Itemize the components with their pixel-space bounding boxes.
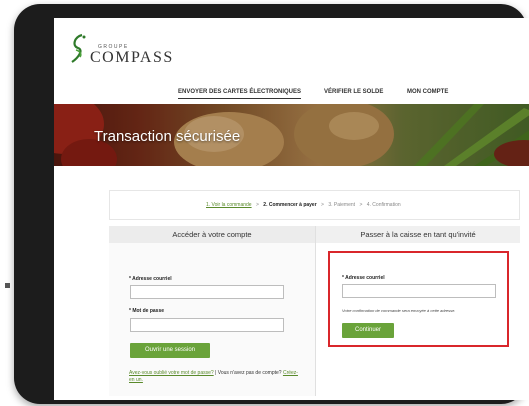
logo-name: COMPASS	[90, 49, 174, 66]
login-password-label: * Mot de passe	[129, 308, 165, 314]
side-dot	[5, 283, 10, 288]
nav-send-ecards[interactable]: ENVOYER DES CARTES ÉLECTRONIQUES	[178, 89, 302, 99]
step-separator: >	[255, 202, 259, 208]
login-help-text: Avez-vous oublié votre mot de passe? | V…	[129, 370, 299, 384]
step-confirmation: 4. Confirmation	[366, 202, 401, 208]
main-nav: ENVOYER DES CARTES ÉLECTRONIQUES VÉRIFIE…	[54, 89, 529, 103]
link-separator: |	[215, 370, 217, 376]
forgot-password-link[interactable]: Avez-vous oublié votre mot de passe?	[129, 370, 214, 376]
login-email-input[interactable]	[130, 285, 284, 299]
login-panel-heading: Accéder à votre compte	[109, 226, 315, 243]
nav-check-balance[interactable]: VÉRIFIER LE SOLDE	[324, 89, 383, 98]
browser-screen: GROUPE COMPASS ENVOYER DES CARTES ÉLECTR…	[54, 18, 529, 400]
guest-panel-heading: Passer à la caisse en tant qu'invité	[316, 226, 520, 243]
guest-highlight-box	[328, 251, 509, 347]
login-panel: Accéder à votre compte * Adresse courrie…	[109, 226, 315, 396]
hero-banner: Transaction sécurisée	[54, 104, 529, 166]
login-button[interactable]: Ouvrir une session	[130, 343, 210, 358]
login-email-label: * Adresse courriel	[129, 276, 172, 282]
step-separator: >	[359, 202, 363, 208]
compass-swirl-icon	[71, 33, 86, 63]
no-account-text: Vous n'avez pas de compte?	[217, 370, 282, 376]
step-start-payment: 2. Commencer à payer	[263, 202, 317, 208]
tablet-frame: GROUPE COMPASS ENVOYER DES CARTES ÉLECTR…	[14, 4, 529, 404]
step-separator: >	[321, 202, 324, 208]
compass-logo[interactable]: GROUPE COMPASS	[68, 32, 188, 68]
nav-my-account[interactable]: MON COMPTE	[407, 89, 448, 98]
login-password-input[interactable]	[130, 318, 284, 332]
step-payment: 3. Paiement	[328, 202, 356, 208]
page-title: Transaction sécurisée	[94, 128, 241, 145]
step-view-order-link[interactable]: 1. Voir la commande	[206, 202, 252, 208]
checkout-steps: 1. Voir la commande > 2. Commencer à pay…	[109, 190, 520, 220]
